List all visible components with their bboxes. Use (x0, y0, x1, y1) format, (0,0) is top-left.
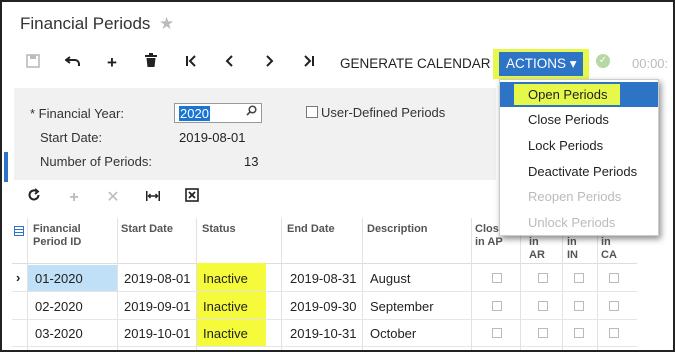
closed-ar-checkbox[interactable] (538, 301, 548, 311)
delete-icon[interactable] (140, 52, 162, 74)
closed-in-checkbox[interactable] (574, 301, 584, 311)
window: Financial Periods ★ + GENERATE CALENDAR … (0, 0, 675, 352)
start-date-value: 2019-08-01 (179, 130, 246, 145)
header-closed-ca[interactable]: in CA (601, 236, 617, 262)
closed-in-checkbox[interactable] (574, 328, 584, 338)
add-icon[interactable]: + (101, 52, 123, 74)
last-icon[interactable] (298, 52, 320, 74)
header-description[interactable]: Description (367, 223, 428, 236)
header-closed-ar-line2: in (529, 236, 539, 248)
actions-button[interactable]: ACTIONS ▾ (499, 52, 583, 76)
header-closed-ca-line2: in (601, 236, 611, 248)
start-date-label: Start Date: (40, 130, 103, 145)
financial-year-value[interactable]: 2020 (179, 106, 210, 121)
check-icon[interactable]: ✓ (596, 54, 610, 68)
table-row[interactable]: 02-2020 2019-09-01 Inactive 2019-09-30 S… (12, 293, 637, 320)
header-status[interactable]: Status (202, 223, 236, 236)
header-period-id[interactable]: Financial Period ID (33, 223, 81, 249)
cell-end[interactable]: 2019-08-31 (290, 271, 357, 286)
cell-start[interactable]: 2019-09-01 (124, 299, 191, 314)
page-title: Financial Periods (20, 14, 151, 33)
closed-ca-checkbox[interactable] (609, 301, 619, 311)
first-icon[interactable] (180, 52, 202, 74)
cell-period[interactable]: 01-2020 (35, 271, 83, 286)
cell-desc[interactable]: August (370, 271, 410, 286)
header-closed-ar-line3: AR (529, 249, 545, 261)
header-closed-in[interactable]: in IN (567, 236, 578, 262)
financial-year-input[interactable]: 2020 (174, 103, 262, 123)
grid-add-icon[interactable]: + (64, 188, 84, 208)
header-closed-in-line3: IN (567, 249, 578, 261)
header-closed-in-line2: in (567, 236, 577, 248)
closed-ar-checkbox[interactable] (538, 328, 548, 338)
elapsed-time: 00:00: (632, 56, 669, 71)
table-row[interactable]: 03-2020 2019-10-01 Inactive 2019-10-31 O… (12, 320, 637, 347)
refresh-icon[interactable] (24, 188, 44, 208)
periods-grid: Financial Period ID Start Date Status En… (12, 218, 637, 350)
column-settings-icon[interactable] (14, 226, 24, 240)
user-defined-periods-label: User-Defined Periods (321, 105, 446, 120)
cell-desc[interactable]: September (370, 299, 434, 314)
row-pointer-icon: › (16, 270, 21, 285)
export-excel-icon[interactable] (182, 188, 202, 208)
table-row[interactable]: › 01-2020 2019-08-01 Inactive 2019-08-31… (12, 265, 637, 292)
number-of-periods-value: 13 (244, 154, 259, 169)
menu-item-unlock-periods: Unlock Periods (528, 215, 616, 230)
user-defined-periods-checkbox[interactable] (306, 106, 318, 118)
menu-item-deactivate-periods[interactable]: Deactivate Periods (500, 159, 658, 184)
menu-item-open-periods[interactable]: Open Periods (500, 82, 658, 107)
cell-start[interactable]: 2019-10-01 (124, 326, 191, 341)
fit-columns-icon[interactable] (143, 188, 163, 208)
cell-start[interactable]: 2019-08-01 (124, 271, 191, 286)
closed-ca-checkbox[interactable] (609, 328, 619, 338)
cell-status[interactable]: Inactive (203, 326, 248, 341)
cell-period[interactable]: 03-2020 (35, 326, 83, 341)
header-end-date[interactable]: End Date (287, 223, 335, 236)
toolbar: + GENERATE CALENDAR ACTIONS ▾ ✓ 00:00: (2, 46, 673, 80)
next-icon[interactable] (258, 52, 280, 74)
actions-highlight: ACTIONS ▾ (493, 49, 589, 79)
save-icon[interactable] (22, 52, 44, 74)
undo-icon[interactable] (62, 52, 84, 74)
closed-ap-checkbox[interactable] (492, 328, 502, 338)
financial-year-label: * Financial Year: (30, 106, 124, 121)
cell-period[interactable]: 02-2020 (35, 299, 83, 314)
menu-item-reopen-periods: Reopen Periods (528, 189, 622, 204)
cell-end[interactable]: 2019-10-31 (290, 326, 357, 341)
star-icon[interactable]: ★ (159, 14, 174, 34)
closed-in-checkbox[interactable] (574, 273, 584, 283)
closed-ar-checkbox[interactable] (538, 273, 548, 283)
left-accent-strip (4, 152, 8, 182)
closed-ca-checkbox[interactable] (609, 273, 619, 283)
header-closed-ar[interactable]: in AR (529, 236, 545, 262)
header-period-line1: Financial (33, 223, 81, 235)
menu-item-close-periods[interactable]: Close Periods (500, 107, 658, 132)
header-closed-ap-line2: in AP (475, 236, 503, 248)
menu-item-label: Open Periods (528, 87, 608, 102)
grid-delete-icon[interactable]: ✕ (103, 188, 123, 208)
cell-desc[interactable]: October (370, 326, 416, 341)
cell-end[interactable]: 2019-09-30 (290, 299, 357, 314)
cell-status[interactable]: Inactive (203, 271, 248, 286)
header-closed-ca-line3: CA (601, 249, 617, 261)
actions-menu: Open Periods Close Periods Lock Periods … (499, 79, 659, 236)
number-of-periods-label: Number of Periods: (40, 154, 152, 169)
menu-item-lock-periods[interactable]: Lock Periods (500, 133, 658, 158)
header-period-line2: Period ID (33, 236, 82, 248)
header-start-date[interactable]: Start Date (121, 223, 173, 236)
closed-ap-checkbox[interactable] (492, 273, 502, 283)
search-icon[interactable] (246, 105, 257, 119)
cell-status[interactable]: Inactive (203, 299, 248, 314)
prev-icon[interactable] (219, 52, 241, 74)
generate-calendar-button[interactable]: GENERATE CALENDAR (340, 56, 491, 71)
closed-ap-checkbox[interactable] (492, 301, 502, 311)
